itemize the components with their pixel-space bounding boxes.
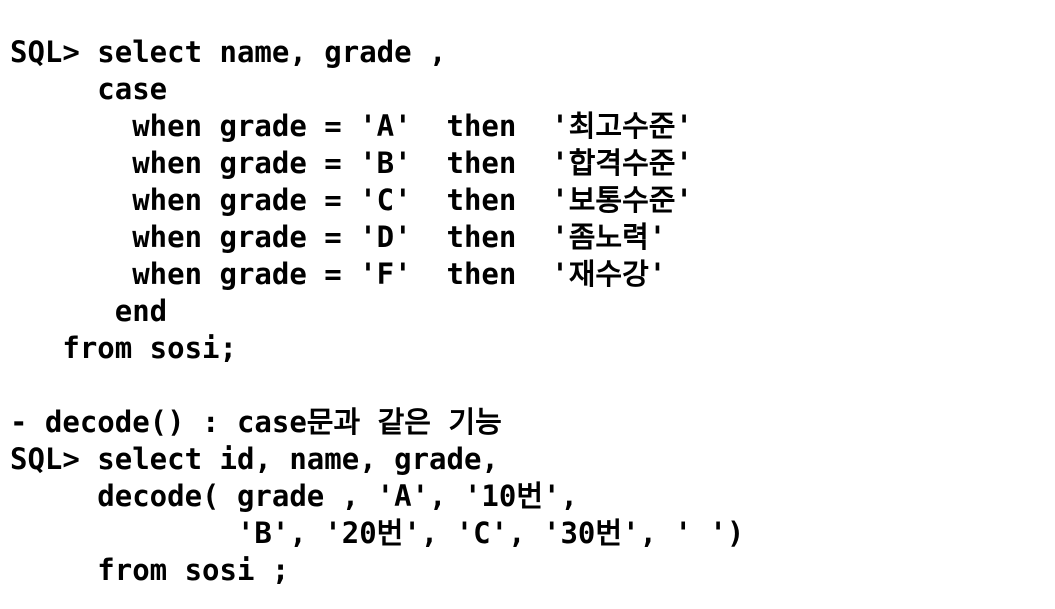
code-line: end xyxy=(10,294,168,328)
decode-example-block: SQL> select id, name, grade, decode( gra… xyxy=(10,441,1050,589)
code-line: when grade = 'C' then '보통수준' xyxy=(10,183,693,217)
code-line: decode( grade , 'A', '10번', xyxy=(10,479,578,513)
code-line: when grade = 'B' then '합격수준' xyxy=(10,146,693,180)
code-line: when grade = 'A' then '최고수준' xyxy=(10,109,693,143)
code-line: 'B', '20번', 'C', '30번', ' ') xyxy=(10,516,745,550)
code-line: from sosi; xyxy=(10,331,237,365)
code-line: SQL> select id, name, grade, xyxy=(10,442,499,476)
sql-document: SQL> select name, grade , case when grad… xyxy=(10,34,1050,589)
code-line: when grade = 'D' then '좀노력' xyxy=(10,220,667,254)
code-line: from sosi ; xyxy=(10,553,290,587)
code-line: case xyxy=(10,72,168,106)
case-example-block: SQL> select name, grade , case when grad… xyxy=(10,34,1050,367)
code-line: SQL> select name, grade , xyxy=(10,35,447,69)
decode-heading: - decode() : case문과 같은 기능 xyxy=(10,405,502,439)
code-line: when grade = 'F' then '재수강' xyxy=(10,257,667,291)
